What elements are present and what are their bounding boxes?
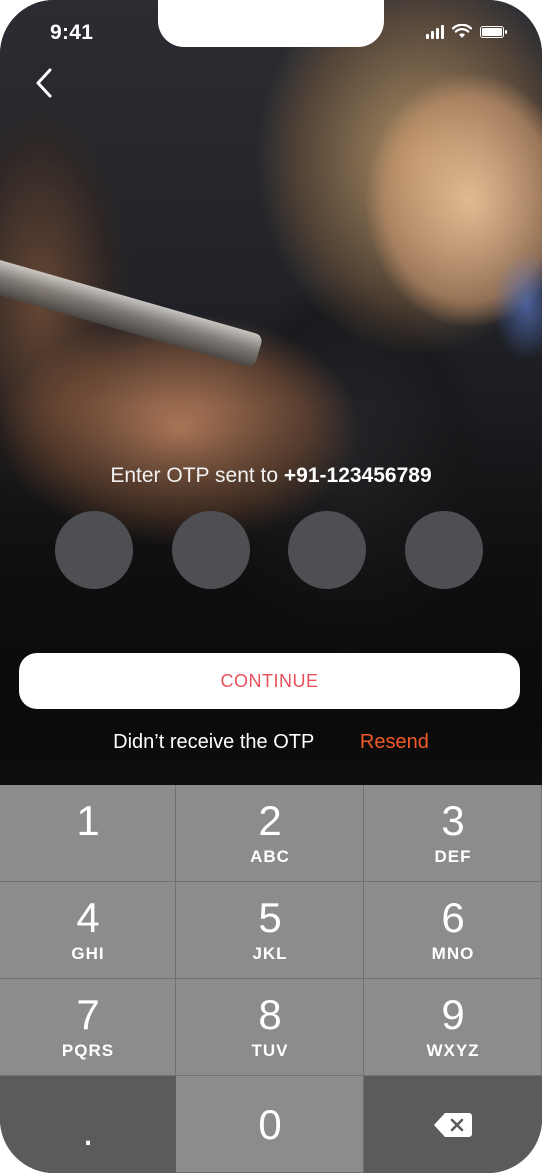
key-5[interactable]: 5 JKL	[176, 882, 364, 979]
cellular-signal-icon	[426, 24, 444, 39]
key-number: 7	[76, 991, 100, 1038]
status-time: 9:41	[50, 21, 94, 44]
key-4[interactable]: 4 GHI	[0, 882, 176, 979]
otp-prompt-text: Enter OTP sent to	[110, 464, 279, 487]
otp-digit-3[interactable]	[288, 511, 367, 589]
numeric-keypad: 1 2 ABC 3 DEF 4 GHI 5 JKL 6 MNO 7 PQRS 8	[0, 785, 542, 1173]
otp-digit-2[interactable]	[171, 511, 250, 589]
key-3[interactable]: 3 DEF	[364, 785, 542, 882]
barbell	[0, 255, 264, 369]
wifi-icon	[452, 24, 472, 38]
resend-row: Didn’t receive the OTP Resend	[0, 731, 542, 754]
key-letters: TUV	[251, 1041, 289, 1060]
continue-button[interactable]: CONTINUE	[19, 653, 520, 709]
key-backspace[interactable]	[364, 1076, 542, 1173]
resend-link[interactable]: Resend	[360, 731, 429, 753]
key-letters: JKL	[252, 944, 288, 963]
key-letters: WXYZ	[426, 1041, 480, 1060]
key-6[interactable]: 6 MNO	[364, 882, 542, 979]
otp-phone-number: +91-123456789	[283, 464, 432, 487]
key-number: 6	[441, 894, 465, 941]
key-number: 9	[441, 991, 465, 1038]
key-1[interactable]: 1	[0, 785, 176, 882]
key-letters: ABC	[250, 847, 290, 866]
key-number: 8	[258, 991, 282, 1038]
key-letters: GHI	[71, 944, 105, 963]
status-icons	[426, 24, 507, 39]
key-7[interactable]: 7 PQRS	[0, 979, 176, 1076]
battery-icon	[480, 25, 507, 38]
key-9[interactable]: 9 WXYZ	[364, 979, 542, 1076]
phone-screen: 9:41 Enter OTP sent to +91-123456789 CON…	[0, 0, 542, 1173]
key-number: 0	[258, 1100, 282, 1148]
key-number: .	[82, 1109, 94, 1154]
device-notch	[158, 0, 384, 47]
backspace-icon	[434, 1112, 472, 1137]
key-number: 5	[258, 894, 282, 941]
otp-prompt: Enter OTP sent to +91-123456789	[0, 464, 542, 488]
key-0[interactable]: 0	[176, 1076, 364, 1173]
key-letters: DEF	[434, 847, 472, 866]
key-letters: PQRS	[61, 1041, 115, 1060]
key-letters: MNO	[431, 944, 475, 963]
key-decimal[interactable]: .	[0, 1076, 176, 1173]
key-8[interactable]: 8 TUV	[176, 979, 364, 1076]
key-number: 2	[258, 797, 282, 844]
back-button[interactable]	[30, 64, 64, 104]
resend-message: Didn’t receive the OTP	[113, 731, 315, 753]
otp-digit-1[interactable]	[55, 511, 133, 589]
chevron-left-icon	[36, 68, 52, 98]
otp-input-group	[55, 511, 483, 589]
key-number: 3	[441, 797, 465, 844]
key-2[interactable]: 2 ABC	[176, 785, 364, 882]
key-number: 1	[76, 797, 100, 844]
otp-digit-4[interactable]	[404, 511, 483, 589]
key-number: 4	[76, 894, 100, 941]
